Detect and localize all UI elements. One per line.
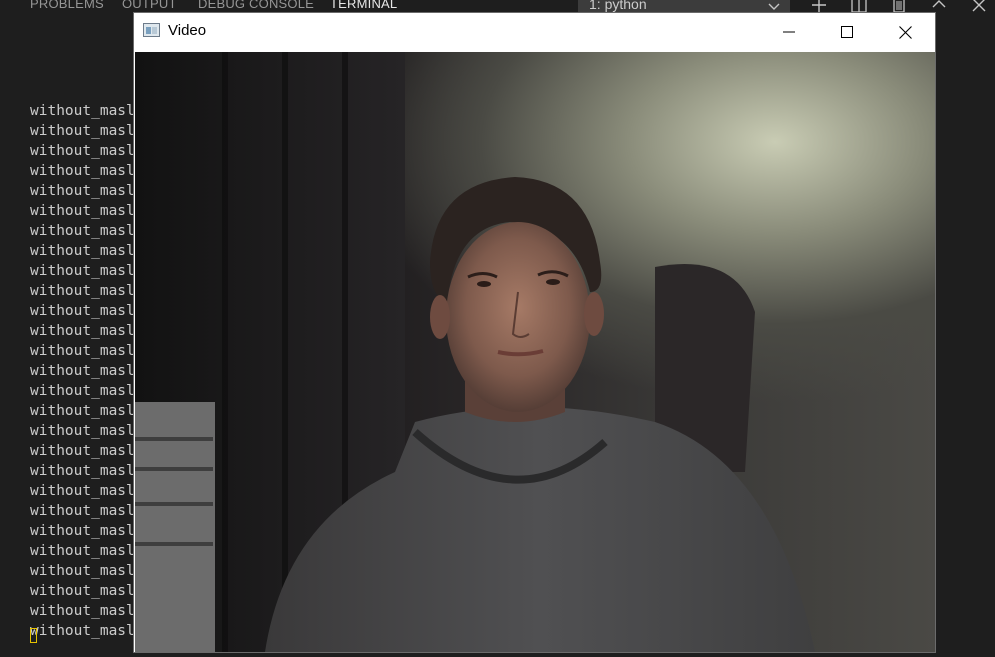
- tab-terminal[interactable]: TERMINAL: [330, 0, 398, 15]
- terminal-line: without_masl: [30, 303, 135, 319]
- close-icon[interactable]: [970, 0, 990, 14]
- terminal-line: without_masl: [30, 443, 135, 459]
- terminal-line: without_masl: [30, 563, 135, 579]
- terminal-line: without_masl: [30, 203, 135, 219]
- terminal-line: without_masl: [30, 163, 135, 179]
- terminal-line: without_masl: [30, 223, 135, 239]
- terminal-line: without_masl: [30, 603, 135, 619]
- terminal-lines: without_masl without_masl without_masl with…: [30, 101, 135, 641]
- minimize-button[interactable]: [760, 13, 818, 51]
- window-titlebar[interactable]: Video: [134, 13, 935, 51]
- terminal-line: without_masl: [30, 343, 135, 359]
- window-title: Video: [168, 22, 207, 39]
- terminal-line: without_masl: [30, 243, 135, 259]
- tab-problems[interactable]: PROBLEMS: [30, 0, 104, 11]
- tab-debug-console[interactable]: DEBUG CONSOLE: [198, 0, 314, 11]
- minimize-icon: [783, 31, 795, 33]
- webcam-image: [135, 52, 815, 652]
- terminal-line: without_masl: [30, 503, 135, 519]
- close-button[interactable]: [876, 13, 934, 51]
- chevron-down-icon: [768, 0, 780, 10]
- terminal-cursor: [30, 628, 37, 643]
- terminal-line: without_masl: [30, 123, 135, 139]
- terminal-line: without_masl: [30, 263, 135, 279]
- terminal-line: without_masl: [30, 423, 135, 439]
- terminal-line: without_masl: [30, 363, 135, 379]
- terminal-line: without_masl: [30, 283, 135, 299]
- maximize-button[interactable]: [818, 13, 876, 51]
- webcam-video-frame: [135, 52, 935, 652]
- terminal-line: without_masl: [30, 583, 135, 599]
- terminal-line: without_masl: [30, 543, 135, 559]
- tab-output[interactable]: OUTPUT: [122, 0, 177, 11]
- window-app-icon: [143, 23, 160, 37]
- terminal-line: without_masl: [30, 103, 135, 119]
- terminal-line: without_masl: [30, 383, 135, 399]
- terminal-select-value: 1: python: [589, 0, 647, 12]
- terminal-line: without_masl: [30, 463, 135, 479]
- terminal-line: without_masl: [30, 623, 135, 639]
- terminal-line: without_masl: [30, 143, 135, 159]
- terminal-line: without_masl: [30, 523, 135, 539]
- terminal-line: without_masl: [30, 183, 135, 199]
- terminal-line: without_masl: [30, 403, 135, 419]
- close-icon: [899, 26, 912, 39]
- terminal-line: without_masl: [30, 323, 135, 339]
- terminal-line: without_masl: [30, 483, 135, 499]
- video-window[interactable]: Video: [133, 12, 936, 653]
- maximize-icon: [841, 26, 853, 38]
